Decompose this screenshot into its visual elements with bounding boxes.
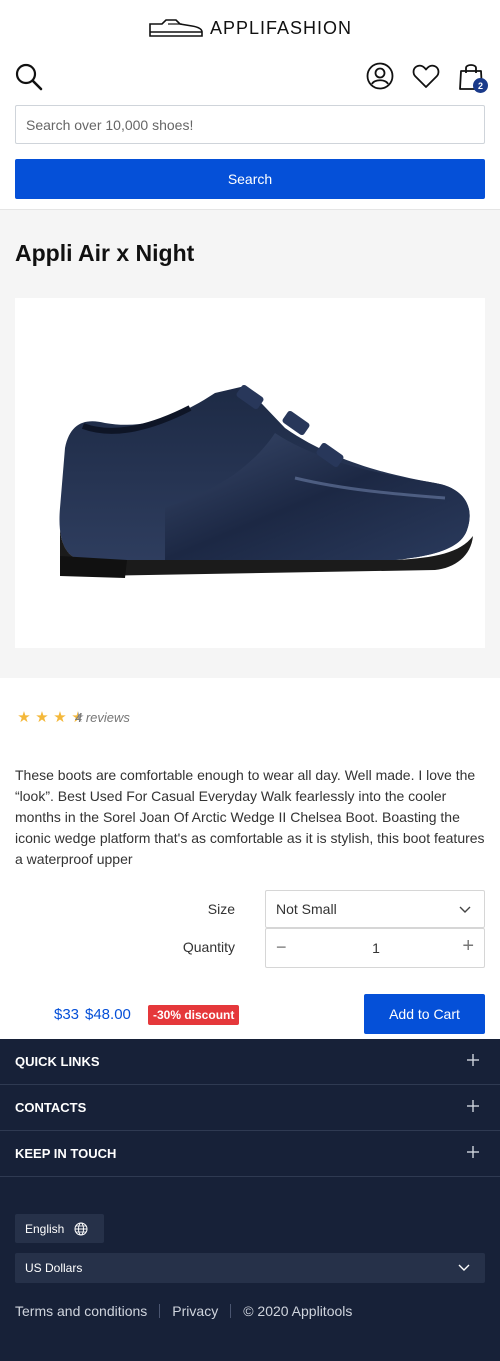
star-full-icon: ★ bbox=[17, 709, 31, 726]
chevron-down-icon bbox=[458, 1264, 470, 1271]
quantity-stepper: 1 − + bbox=[265, 928, 485, 968]
currency-select[interactable]: US Dollars bbox=[15, 1253, 485, 1283]
product-title: Appli Air x Night bbox=[15, 240, 195, 266]
footer-section-label: QUICK LINKS bbox=[15, 1054, 100, 1069]
footer-section-keep-in-touch[interactable]: KEEP IN TOUCH bbox=[0, 1131, 500, 1177]
privacy-link[interactable]: Privacy bbox=[172, 1303, 218, 1319]
size-select-value: Not Small bbox=[276, 901, 337, 917]
footer-section-quick-links[interactable]: QUICK LINKS bbox=[0, 1039, 500, 1085]
shoe-logo-icon bbox=[149, 19, 203, 37]
copyright-text: © 2020 Applitools bbox=[243, 1303, 353, 1319]
star-full-icon: ★ bbox=[53, 709, 67, 726]
discount-badge: -30% discount bbox=[148, 1005, 240, 1025]
plus-icon bbox=[467, 1146, 479, 1158]
cart-count-badge: 2 bbox=[473, 78, 488, 93]
shoe-product-illustration bbox=[59, 384, 473, 578]
size-label: Size bbox=[207, 901, 235, 917]
footer: QUICK LINKS CONTACTS KEEP IN TOUCH Engli… bbox=[0, 1039, 500, 1361]
add-to-cart-button[interactable]: Add to Cart bbox=[364, 994, 485, 1034]
size-select[interactable]: Not Small bbox=[265, 890, 485, 928]
price-original: $48.00 bbox=[85, 1006, 131, 1023]
footer-section-label: CONTACTS bbox=[15, 1100, 87, 1115]
price-current: $33 bbox=[54, 1006, 80, 1023]
brand-logo[interactable]: APPLIFASHION bbox=[0, 14, 500, 42]
brand-name: APPLIFASHION bbox=[209, 17, 353, 38]
reviews-count[interactable]: 4 reviews bbox=[75, 710, 130, 725]
currency-value: US Dollars bbox=[25, 1261, 83, 1275]
search-input[interactable] bbox=[15, 105, 485, 144]
globe-icon bbox=[74, 1222, 88, 1235]
link-divider bbox=[230, 1304, 232, 1318]
footer-section-contacts[interactable]: CONTACTS bbox=[0, 1085, 500, 1131]
search-icon[interactable] bbox=[14, 62, 44, 92]
search-button[interactable]: Search bbox=[15, 159, 485, 199]
plus-icon bbox=[467, 1100, 479, 1112]
plus-icon bbox=[467, 1054, 479, 1066]
link-divider bbox=[159, 1304, 161, 1318]
terms-link[interactable]: Terms and conditions bbox=[15, 1303, 147, 1319]
footer-links: Terms and conditions Privacy © 2020 Appl… bbox=[15, 1303, 352, 1319]
quantity-decrease-button[interactable]: − bbox=[276, 937, 287, 958]
footer-section-label: KEEP IN TOUCH bbox=[15, 1146, 117, 1161]
chevron-down-icon bbox=[459, 906, 471, 913]
star-full-icon: ★ bbox=[35, 709, 49, 726]
quantity-value[interactable]: 1 bbox=[266, 940, 486, 956]
product-description: These boots are comfortable enough to we… bbox=[15, 767, 485, 867]
user-account-icon[interactable] bbox=[366, 62, 394, 90]
product-image bbox=[15, 298, 485, 648]
wishlist-heart-icon[interactable] bbox=[412, 63, 440, 89]
language-selector[interactable]: English bbox=[15, 1214, 104, 1243]
quantity-label: Quantity bbox=[182, 939, 235, 955]
quantity-increase-button[interactable]: + bbox=[462, 935, 474, 958]
language-label: English bbox=[25, 1221, 65, 1236]
